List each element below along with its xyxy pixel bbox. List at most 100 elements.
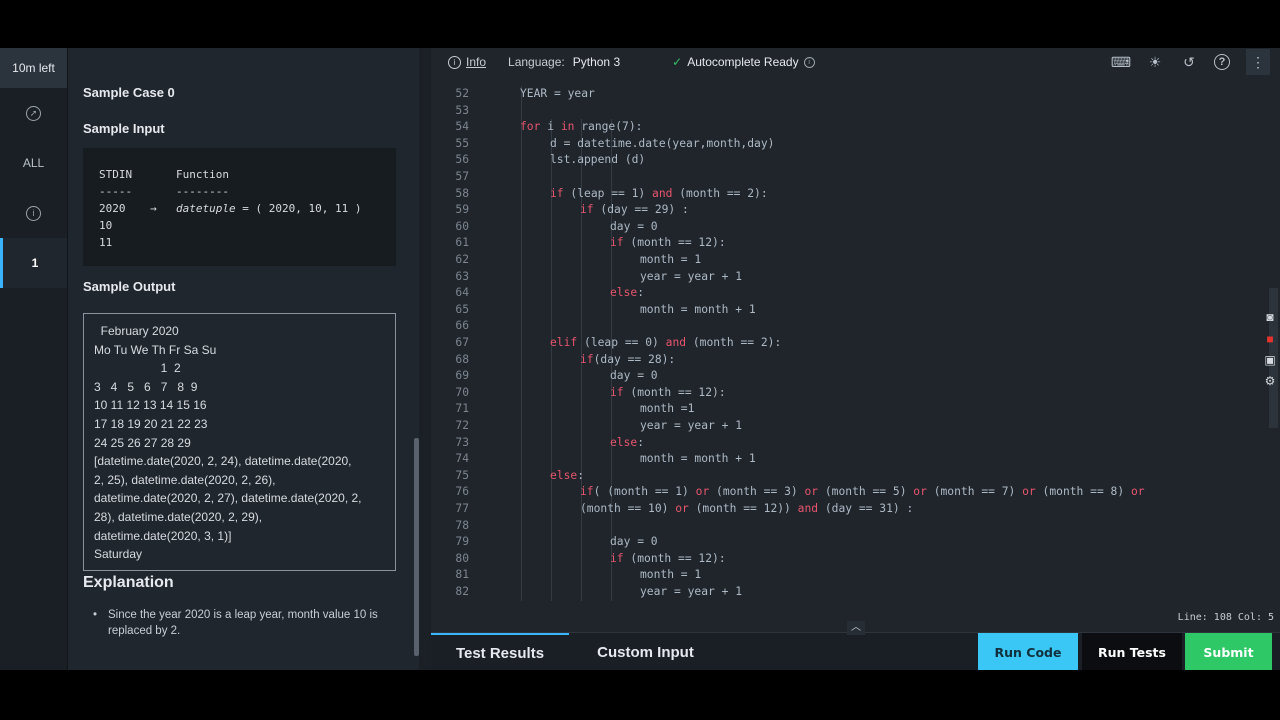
line-number: 80 — [455, 551, 469, 565]
line-number: 61 — [455, 236, 469, 250]
info-icon[interactable]: i — [803, 56, 815, 68]
input-line: 10 — [99, 219, 113, 232]
code-text: if (leap == 1) and (month == 2): — [550, 186, 768, 200]
explanation-item: Since the year 2020 is a leap year, mont… — [93, 607, 393, 639]
line-number: 59 — [455, 203, 469, 217]
problem-pane: Sample Case 0 Sample Input STDIN Function… — [68, 48, 412, 670]
line-number: 58 — [455, 186, 469, 200]
tab-test-results[interactable]: Test Results — [431, 633, 569, 670]
code-text: d = datetime.date(year,month,day) — [550, 136, 775, 150]
camera-icon[interactable]: ◙ — [1262, 310, 1278, 324]
app-window: 10m left ➚ ALL i 1 Sample Case 0 Sample … — [0, 48, 1280, 670]
line-number: 57 — [455, 170, 469, 183]
chevron-up-icon[interactable]: ︿ — [847, 621, 865, 635]
line-number: 74 — [455, 452, 469, 466]
rail-item-info[interactable]: i — [0, 188, 67, 238]
code-text: else: — [550, 468, 585, 482]
check-icon: ✓ — [672, 55, 683, 69]
timer: 10m left — [0, 48, 67, 88]
line-number: 70 — [455, 385, 469, 399]
line-number: 53 — [455, 103, 469, 117]
function-value: = ( 2020, 10, 11 ) — [235, 202, 362, 215]
tab-custom-input[interactable]: Custom Input — [569, 633, 722, 670]
code-text: month = 1 — [640, 253, 702, 266]
info-icon: i — [448, 55, 461, 69]
line-number: 72 — [455, 419, 469, 432]
rail-item-question-1[interactable]: 1 — [0, 238, 67, 288]
image-icon[interactable]: ▣ — [1262, 353, 1278, 367]
line-number: 82 — [455, 585, 469, 598]
function-dashes: -------- — [176, 185, 229, 198]
language-label: Language: — [508, 55, 565, 69]
output-line: datetime.date(2020, 2, 27), datetime.dat… — [94, 491, 362, 506]
explanation-heading: Explanation — [83, 574, 174, 591]
info-icon: i — [26, 205, 41, 221]
function-header: Function — [176, 168, 229, 181]
run-code-button[interactable]: Run Code — [978, 633, 1078, 670]
line-number: 79 — [455, 535, 469, 549]
code-text: year = year + 1 — [640, 585, 743, 598]
code-text: if (month == 12): — [610, 236, 726, 250]
help-icon[interactable]: ? — [1214, 54, 1230, 70]
code-text: YEAR = year — [520, 87, 595, 100]
code-area[interactable]: 52 YEAR = year 53 54 for i in range(7): 55 d =… — [431, 86, 1266, 608]
submit-button[interactable]: Submit — [1185, 633, 1272, 670]
line-number: 63 — [455, 269, 469, 283]
info-label: Info — [466, 55, 487, 69]
stdin-header: STDIN — [99, 168, 133, 181]
code-text: for i in range(7): — [520, 120, 643, 134]
history-icon[interactable]: ↺ — [1180, 53, 1198, 71]
sample-input-box: STDIN Function ----- -------- 2020 → datetup… — [83, 148, 396, 266]
more-menu-icon[interactable]: ⋮ — [1246, 49, 1270, 75]
code-text: if (day == 29) : — [580, 203, 689, 217]
line-number: 66 — [455, 319, 469, 333]
function-call: datetuple — [176, 202, 236, 215]
line-number: 69 — [455, 369, 469, 383]
line-number: 55 — [455, 136, 469, 150]
arrow-icon: → — [150, 202, 157, 215]
sample-output-box: February 2020 Mo Tu We Th Fr Sa Su 1 2 3 4… — [83, 313, 396, 571]
line-number: 56 — [455, 153, 469, 167]
code-text: if(day == 28): — [580, 352, 676, 366]
sample-output-heading: Sample Output — [83, 279, 176, 294]
code-text: (month == 10) or (month == 12)) and (day… — [580, 502, 914, 515]
sample-input-heading: Sample Input — [83, 121, 165, 136]
stdin-dashes: ----- — [99, 185, 133, 198]
code-text: else: — [610, 435, 645, 449]
gear-icon[interactable]: ⚙ — [1262, 374, 1278, 388]
pane-divider[interactable] — [419, 48, 847, 670]
indent-guide — [521, 86, 522, 601]
line-number: 73 — [455, 435, 469, 449]
code-text: if (month == 12): — [610, 385, 726, 399]
language-value: Python 3 — [572, 55, 621, 69]
info-link[interactable]: i Info — [448, 55, 486, 69]
line-number: 75 — [455, 468, 469, 482]
run-tests-button[interactable]: Run Tests — [1082, 633, 1182, 670]
output-line: datetime.date(2020, 3, 1)] — [94, 528, 232, 543]
output-line: 3 4 5 6 7 8 9 — [94, 379, 198, 394]
output-line: Saturday — [94, 547, 143, 562]
keyboard-icon[interactable]: ⌨ — [1111, 53, 1131, 71]
line-number: 68 — [455, 352, 469, 366]
line-number: 81 — [455, 568, 469, 582]
code-text: if (month == 12): — [610, 551, 726, 565]
line-number: 77 — [455, 502, 469, 515]
bottom-bar: ︿ Test Results Custom Input Run Code Run… — [431, 621, 1280, 670]
autocomplete-label: Autocomplete Ready — [687, 55, 799, 69]
code-text: month = month + 1 — [640, 302, 756, 316]
rail-item-compass[interactable]: ➚ — [0, 88, 67, 138]
theme-sun-icon[interactable]: ☀ — [1146, 53, 1164, 71]
code-text: if( (month == 1) or (month == 3) or (mon… — [580, 485, 1145, 499]
record-icon[interactable]: ■ — [1262, 332, 1278, 346]
rail-item-all[interactable]: ALL — [0, 138, 67, 188]
line-number: 54 — [455, 120, 469, 134]
code-text: month = 1 — [640, 568, 702, 582]
code-text: day = 0 — [610, 369, 658, 383]
language-selector[interactable]: Language: Python 3 — [508, 55, 620, 69]
output-line: 10 11 12 13 14 15 16 — [94, 398, 207, 413]
code-text: day = 0 — [610, 219, 658, 233]
cursor-position: Line: 108 Col: 5 — [1177, 612, 1274, 623]
code-text: year = year + 1 — [640, 269, 743, 283]
sample-case-title: Sample Case 0 — [83, 85, 175, 100]
line-number: 60 — [455, 219, 469, 233]
